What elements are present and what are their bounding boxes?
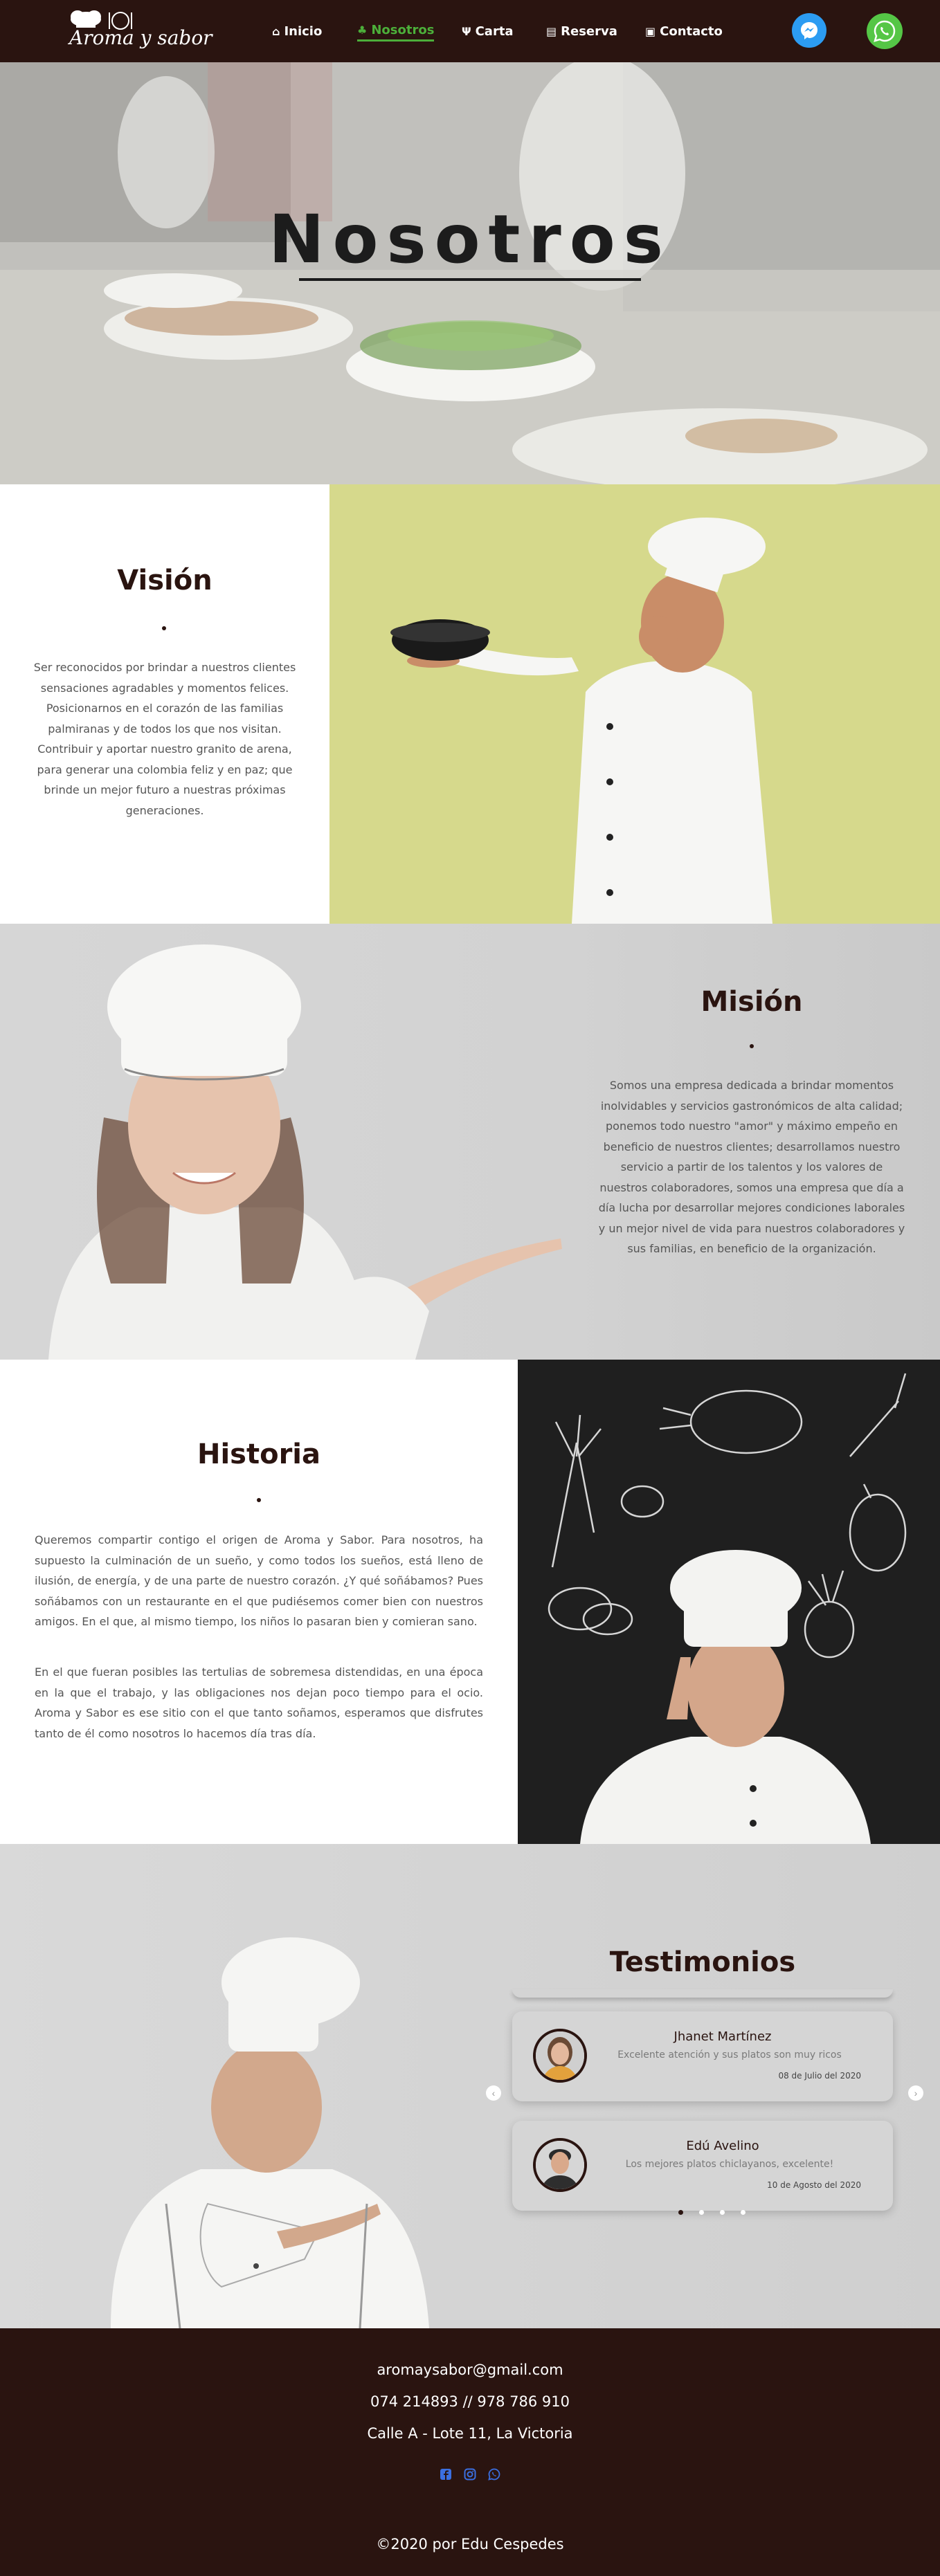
nav-item-label: Carta xyxy=(475,24,514,39)
nav-item-label: Reserva xyxy=(561,24,617,39)
navbar: Aroma y sabor ⌂ Inicio ♣ Nosotros Ψ Cart… xyxy=(0,0,940,62)
carousel-next-button[interactable]: › xyxy=(908,2085,923,2101)
testimonial-text: Los mejores platos chiclayanos, excelent… xyxy=(625,2159,834,2170)
logo-text: Aroma y sabor xyxy=(69,26,213,49)
whatsapp-link[interactable] xyxy=(487,2467,501,2481)
testimonials-title-bar xyxy=(512,1989,893,1998)
vision-image xyxy=(329,484,940,924)
chef-arms-crossed-image xyxy=(111,1937,429,2328)
instagram-link[interactable] xyxy=(463,2467,477,2481)
whatsapp-icon xyxy=(488,2468,500,2481)
chef-chalkboard-image xyxy=(518,1360,940,1844)
testimonial-card: Jhanet Martínez Excelente atención y sus… xyxy=(512,2011,893,2101)
carousel-dot[interactable] xyxy=(699,2210,704,2215)
page-title: Nosotros xyxy=(269,201,671,278)
testimonial-date: 10 de Agosto del 2020 xyxy=(767,2180,861,2190)
chef-girl-image xyxy=(48,944,562,1360)
footer-social-links xyxy=(439,2467,501,2483)
nav-item-nosotros[interactable]: ♣ Nosotros xyxy=(357,21,435,42)
title-underline xyxy=(299,278,641,281)
messenger-icon xyxy=(801,22,817,39)
testimonial-text: Excelente atención y sus platos son muy … xyxy=(617,2049,842,2061)
utensils-icon: Ψ xyxy=(462,24,471,38)
vision-section: Visión Ser reconocidos por brindar a nue… xyxy=(0,484,940,924)
chef-hat-icon: ♣ xyxy=(357,24,368,37)
instagram-icon xyxy=(464,2468,476,2481)
hero-banner: Nosotros xyxy=(0,62,940,484)
contact-icon: ▣ xyxy=(645,24,656,38)
vision-title: Visión xyxy=(117,565,213,596)
nav-item-label: Inicio xyxy=(284,24,323,39)
historia-divider-dot xyxy=(257,1498,261,1502)
carousel-dot[interactable] xyxy=(678,2210,683,2215)
mision-title: Misión xyxy=(701,986,803,1018)
nav-item-contacto[interactable]: ▣ Contacto xyxy=(645,21,723,42)
testimonials-title: Testimonios xyxy=(609,1946,796,1978)
footer-phones: 074 214893 // 978 786 910 xyxy=(370,2393,570,2410)
testimonial-card: Edú Avelino Los mejores platos chiclayan… xyxy=(512,2121,893,2211)
footer-copyright: ©2020 por Edu Cespedes xyxy=(376,2536,564,2552)
nav-item-label: Contacto xyxy=(660,24,723,39)
mision-section: Misión Somos una empresa dedicada a brin… xyxy=(0,924,940,1360)
calendar-icon: ▤ xyxy=(546,24,557,38)
avatar-woman-image xyxy=(536,2031,584,2080)
testimonial-date: 08 de Julio del 2020 xyxy=(778,2071,861,2081)
carousel-prev-button[interactable]: ‹ xyxy=(486,2085,501,2101)
vision-divider-dot xyxy=(162,626,166,630)
nav-item-reserva[interactable]: ▤ Reserva xyxy=(546,21,617,42)
avatar-man-image xyxy=(536,2141,584,2189)
testimonials-section: Testimonios Jhanet Martínez Excelente at… xyxy=(0,1844,940,2328)
carousel-dot[interactable] xyxy=(741,2210,745,2215)
historia-paragraph-2: En el que fueran posibles las tertulias … xyxy=(35,1665,483,1740)
whatsapp-icon xyxy=(874,20,896,42)
whatsapp-button[interactable] xyxy=(867,13,903,49)
nav-item-inicio[interactable]: ⌂ Inicio xyxy=(272,21,322,42)
historia-image xyxy=(518,1360,940,1844)
avatar xyxy=(533,2138,587,2192)
facebook-link[interactable] xyxy=(439,2467,453,2481)
chevron-right-icon: › xyxy=(914,2088,918,2099)
nav-item-carta[interactable]: Ψ Carta xyxy=(462,21,514,42)
nav-item-label: Nosotros xyxy=(371,23,435,37)
footer-address: Calle A - Lote 11, La Victoria xyxy=(367,2425,573,2442)
vision-text: Ser reconocidos por brindar a nuestros c… xyxy=(33,661,296,817)
historia-title: Historia xyxy=(197,1438,321,1470)
mision-divider-dot xyxy=(750,1044,754,1048)
mision-text: Somos una empresa dedicada a brindar mom… xyxy=(598,1079,905,1255)
facebook-icon xyxy=(440,2469,451,2480)
historia-paragraph-1: Queremos compartir contigo el origen de … xyxy=(35,1533,483,1628)
historia-section: Historia Queremos compartir contigo el o… xyxy=(0,1360,940,1844)
chef-kiss-image xyxy=(329,484,940,924)
footer: aromaysabor@gmail.com 074 214893 // 978 … xyxy=(0,2328,940,2576)
avatar xyxy=(533,2029,587,2083)
testimonial-author: Edú Avelino xyxy=(686,2139,759,2153)
carousel-dot[interactable] xyxy=(720,2210,725,2215)
footer-email[interactable]: aromaysabor@gmail.com xyxy=(0,2362,940,2378)
testimonial-author: Jhanet Martínez xyxy=(674,2029,772,2044)
messenger-button[interactable] xyxy=(792,13,826,48)
home-icon: ⌂ xyxy=(272,24,280,38)
chevron-left-icon: ‹ xyxy=(491,2088,496,2099)
